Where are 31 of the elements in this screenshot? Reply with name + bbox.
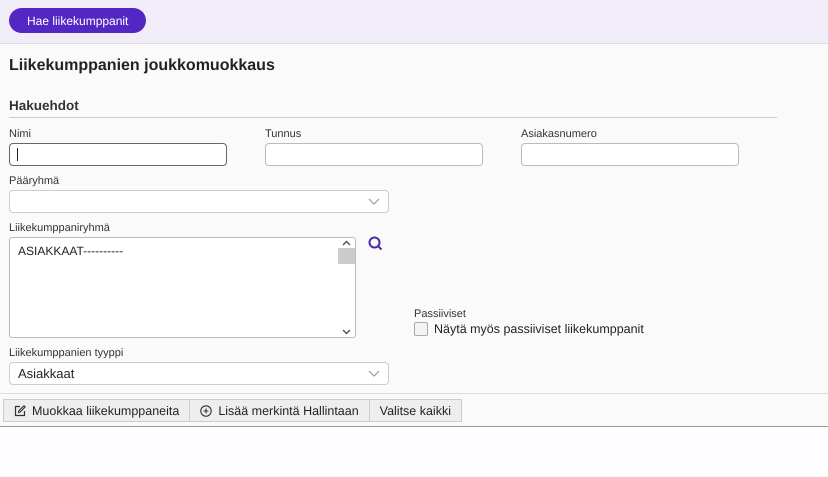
field-label: Liikekumppaniryhmä (9, 222, 111, 236)
chevron-down-icon (368, 198, 380, 205)
dropdown-field[interactable]: Asiakkaat (9, 362, 389, 385)
text-field[interactable] (9, 143, 227, 166)
field-label: Tunnus (265, 128, 302, 142)
section-title: Hakuehdot (9, 98, 777, 118)
search-partners-button[interactable]: Hae liikekumppanit (9, 8, 146, 33)
search-icon[interactable] (368, 236, 384, 252)
text-field[interactable] (265, 143, 483, 166)
checkbox[interactable] (414, 322, 428, 336)
edit-icon (14, 404, 26, 416)
chevron-down-icon (368, 370, 380, 377)
field-label: Nimi (9, 128, 32, 142)
field-label: Asiakasnumero (521, 128, 598, 142)
text-field[interactable] (521, 143, 739, 166)
scrollbar-thumb[interactable] (338, 248, 355, 264)
action-button[interactable]: Valitse kaikki (368, 399, 462, 422)
dropdown-field[interactable] (9, 190, 389, 213)
page-title: Liikekumppanien joukkomuokkaus (9, 57, 276, 76)
action-button[interactable]: Lisää merkintä Hallintaan (189, 399, 370, 422)
checkbox-label: Näytä myös passiiviset liikekumppanit (434, 322, 644, 336)
field-label: Liikekumppanien tyyppi (9, 347, 124, 361)
list-box[interactable]: ASIAKKAAT---------- (9, 237, 356, 338)
scroll-up-icon[interactable] (342, 240, 351, 246)
list-item[interactable]: ASIAKKAAT---------- (18, 244, 330, 258)
action-button[interactable]: Muokkaa liikekumppaneita (3, 399, 190, 422)
field-label: Pääryhmä (9, 175, 60, 189)
scrollbar[interactable] (338, 238, 355, 337)
scroll-down-icon[interactable] (342, 329, 351, 335)
plus-circle-icon (200, 404, 212, 416)
field-label: Passiiviset (414, 308, 467, 320)
